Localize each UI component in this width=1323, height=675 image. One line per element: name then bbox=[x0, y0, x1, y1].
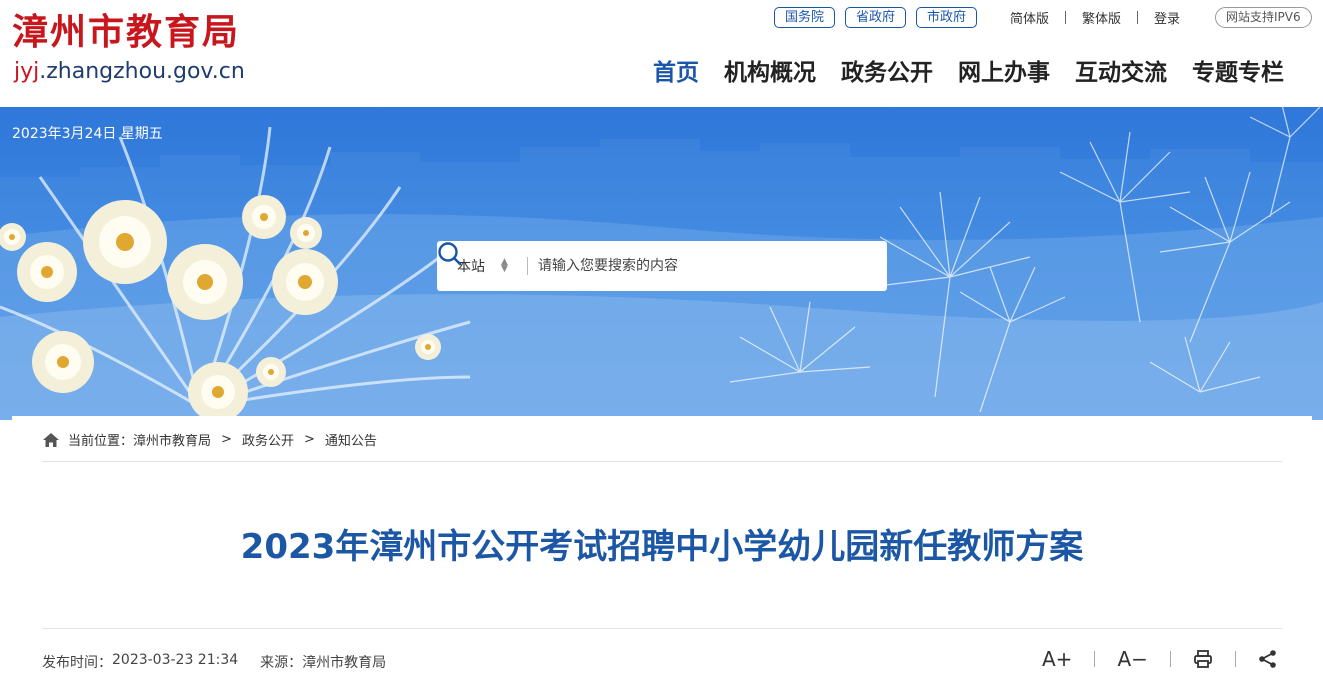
current-date: 2023年3月24日 星期五 bbox=[12, 126, 163, 142]
nav-online-services[interactable]: 网上办事 bbox=[958, 57, 1050, 89]
source-value: 漳州市教育局 bbox=[302, 655, 387, 671]
print-button[interactable] bbox=[1193, 645, 1213, 673]
nav-interaction[interactable]: 互动交流 bbox=[1075, 57, 1167, 89]
nav-special-topics[interactable]: 专题专栏 bbox=[1192, 57, 1284, 89]
font-decrease-button[interactable]: A− bbox=[1117, 645, 1147, 673]
publish-time: 2023-03-23 21:34 bbox=[112, 652, 239, 668]
gov-links: 国务院 省政府 市政府 bbox=[774, 7, 978, 28]
link-province-gov[interactable]: 省政府 bbox=[845, 7, 907, 28]
site-header: 漳州市教育局 jyj.zhangzhou.gov.cn 国务院 省政府 市政府 … bbox=[0, 0, 1323, 107]
search-input[interactable] bbox=[528, 241, 831, 291]
hero-banner: 2023年3月24日 星期五 本站 ▲ ▼ bbox=[0, 107, 1323, 420]
search-icon bbox=[438, 242, 462, 266]
breadcrumb-item-gov-affairs[interactable]: 政务公开 bbox=[242, 430, 294, 449]
breadcrumb-item-notices[interactable]: 通知公告 bbox=[325, 430, 377, 449]
home-icon[interactable] bbox=[42, 432, 60, 448]
share-button[interactable] bbox=[1258, 645, 1278, 673]
breadcrumb: 当前位置： 漳州市教育局 > 政务公开 > 通知公告 bbox=[42, 430, 377, 449]
nav-home[interactable]: 首页 bbox=[653, 57, 699, 89]
breadcrumb-prefix: 当前位置： bbox=[68, 434, 134, 449]
divider bbox=[42, 628, 1282, 629]
domain-prefix: jyj bbox=[14, 59, 40, 84]
search-box: 本站 ▲ ▼ bbox=[437, 241, 887, 291]
breadcrumb-separator: > bbox=[221, 432, 232, 447]
divider bbox=[1234, 651, 1236, 667]
simplified-link[interactable]: 简体版 bbox=[1010, 8, 1049, 27]
main-nav: 首页 机构概况 政务公开 网上办事 互动交流 专题专栏 bbox=[653, 57, 1284, 89]
divider bbox=[1169, 651, 1171, 667]
article-card: 当前位置： 漳州市教育局 > 政务公开 > 通知公告 2023年漳州市公开考试招… bbox=[12, 416, 1312, 675]
lang-login-bar: 简体版 繁体版 登录 bbox=[1010, 7, 1180, 27]
divider bbox=[1065, 10, 1067, 24]
login-link[interactable]: 登录 bbox=[1154, 8, 1180, 27]
site-domain: jyj.zhangzhou.gov.cn bbox=[14, 58, 245, 86]
print-icon bbox=[1194, 650, 1212, 668]
publish-time-label: 发布时间： bbox=[42, 655, 112, 671]
ipv6-badge: 网站支持IPV6 bbox=[1215, 7, 1312, 28]
search-button[interactable] bbox=[438, 241, 887, 291]
breadcrumb-item-home[interactable]: 漳州市教育局 bbox=[133, 430, 211, 449]
article-title: 2023年漳州市公开考试招聘中小学幼儿园新任教师方案 bbox=[240, 527, 1084, 567]
link-city-gov[interactable]: 市政府 bbox=[916, 7, 978, 28]
divider bbox=[1094, 651, 1096, 667]
breadcrumb-separator: > bbox=[303, 432, 315, 447]
share-icon bbox=[1259, 650, 1276, 668]
domain-rest: .zhangzhou.gov.cn bbox=[39, 59, 245, 84]
nav-government-affairs[interactable]: 政务公开 bbox=[841, 57, 933, 89]
divider bbox=[1137, 10, 1139, 24]
article-tools: A+ A− bbox=[1042, 645, 1278, 673]
link-state-council[interactable]: 国务院 bbox=[774, 7, 836, 28]
nav-organization[interactable]: 机构概况 bbox=[724, 57, 816, 89]
font-increase-button[interactable]: A+ bbox=[1042, 645, 1072, 673]
traditional-link[interactable]: 繁体版 bbox=[1082, 8, 1121, 27]
divider bbox=[42, 461, 1282, 462]
article-meta: 发布时间： 2023-03-23 21:34 来源： 漳州市教育局 bbox=[42, 652, 386, 672]
select-arrows-icon: ▲ ▼ bbox=[501, 257, 508, 274]
source-label: 来源： bbox=[260, 655, 303, 671]
site-logo-title[interactable]: 漳州市教育局 bbox=[12, 10, 240, 54]
